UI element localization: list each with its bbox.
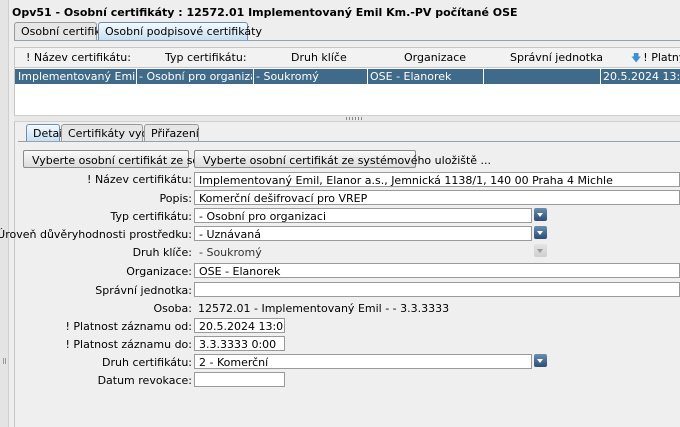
tab-certifikaty-vydane[interactable]: Certifikáty vydané — [61, 124, 169, 141]
spravni-jednotka-field[interactable] — [194, 282, 680, 297]
label-organizace: Organizace: — [126, 265, 192, 278]
window-title: Opv51 - Osobní certifikáty : 12572.01 Im… — [12, 6, 518, 19]
druh-klice-select: - Soukromý — [194, 244, 532, 259]
cell-nazev: Implementovaný Emil, Elanor a.s., Jemnic… — [18, 70, 136, 83]
uroven-select[interactable]: - Uznávaná — [194, 226, 532, 241]
label-uroven: Úroveň důvěryhodnosti prostředku: — [0, 228, 192, 241]
label-druh-klice: Druh klíče: — [132, 246, 192, 259]
column-header-typ[interactable]: Typ certifikátu: — [165, 51, 247, 64]
label-platnost-do: ! Platnost záznamu do: — [65, 338, 193, 351]
tab-divider — [18, 141, 680, 142]
nazev-field[interactable]: Implementovaný Emil, Elanor a.s., Jemnic… — [194, 172, 680, 187]
typ-select[interactable]: - Osobní pro organizaci — [194, 208, 532, 223]
druh-certifikatu-select[interactable]: 2 - Komerční — [194, 354, 532, 369]
organizace-field[interactable]: OSE - Elanorek — [194, 263, 680, 278]
label-spravni-jednotka: Správní jednotka: — [95, 284, 192, 297]
cell-platny-od: 20.5.2024 13:08 — [603, 70, 680, 83]
select-cert-from-store-button[interactable]: Vyberte osobní certifikát ze systémového… — [194, 150, 491, 168]
popis-field[interactable]: Komerční dešifrovací pro VREP — [194, 190, 680, 205]
arrow-down-icon: 🡇 — [631, 53, 642, 64]
chevron-down-icon — [534, 244, 547, 257]
cell-druh: - Soukromý — [256, 70, 319, 83]
column-header-platny-od[interactable]: 🡇! Platný od — [631, 51, 680, 68]
column-header-nazev[interactable]: ! Název certifikátu: — [26, 51, 131, 64]
split-pane-divider[interactable] — [14, 115, 680, 122]
cell-separator — [136, 69, 137, 84]
left-edge-strip — [0, 0, 9, 427]
tab-osobni-certifikaty[interactable]: Osobní certifikáty — [14, 22, 118, 40]
column-header-organizace[interactable]: Organizace — [404, 51, 466, 64]
cell-typ: - Osobní pro organizaci — [139, 70, 252, 83]
tab-osobni-podpisove-certifikaty[interactable]: Osobní podpisové certifikáty — [98, 22, 262, 40]
splitter-grip[interactable] — [3, 358, 6, 364]
label-popis: Popis: — [159, 192, 192, 205]
certificates-table: ! Název certifikátu: Typ certifikátu: Dr… — [14, 47, 680, 115]
label-druh-certifikatu: Druh certifikátu: — [102, 356, 192, 369]
tab-divider — [14, 40, 680, 41]
tab-prirazeni[interactable]: Přiřazení — [144, 124, 199, 141]
label-datum-revokace: Datum revokace: — [97, 374, 192, 387]
cell-separator — [253, 69, 254, 84]
column-header-druh-klice[interactable]: Druh klíče — [291, 51, 347, 64]
chevron-down-icon[interactable] — [534, 226, 547, 239]
column-header-platny-od-label: ! Platný od — [643, 51, 680, 64]
chevron-down-icon[interactable] — [534, 208, 547, 221]
cell-separator — [600, 69, 601, 84]
platnost-do-field[interactable]: 3.3.3333 0:00 — [194, 336, 285, 351]
table-header: ! Název certifikátu: Typ certifikátu: Dr… — [15, 48, 680, 68]
platnost-od-field[interactable]: 20.5.2024 13:08 — [194, 318, 285, 333]
table-row[interactable]: Implementovaný Emil, Elanor a.s., Jemnic… — [15, 69, 680, 84]
label-typ: Typ certifikátu: — [110, 210, 192, 223]
chevron-down-icon[interactable] — [534, 354, 547, 367]
osoba-value: 12572.01 - Implementovaný Emil - - 3.3.3… — [198, 302, 450, 315]
column-header-spravni-jednotka[interactable]: Správní jednotka — [510, 51, 603, 64]
label-platnost-od: ! Platnost záznamu od: — [65, 320, 193, 333]
datum-revokace-field[interactable] — [194, 372, 285, 387]
cell-separator — [483, 69, 484, 84]
label-nazev: ! Název certifikátu: — [87, 173, 192, 186]
label-osoba: Osoba: — [153, 302, 192, 315]
cell-separator — [367, 69, 368, 84]
splitter-grip — [346, 117, 362, 120]
cell-organizace: OSE - Elanorek — [370, 70, 452, 83]
select-cert-from-file-button[interactable]: Vyberte osobní certifikát ze souboru ... — [23, 150, 245, 168]
tab-detail[interactable]: Detail — [26, 124, 65, 141]
